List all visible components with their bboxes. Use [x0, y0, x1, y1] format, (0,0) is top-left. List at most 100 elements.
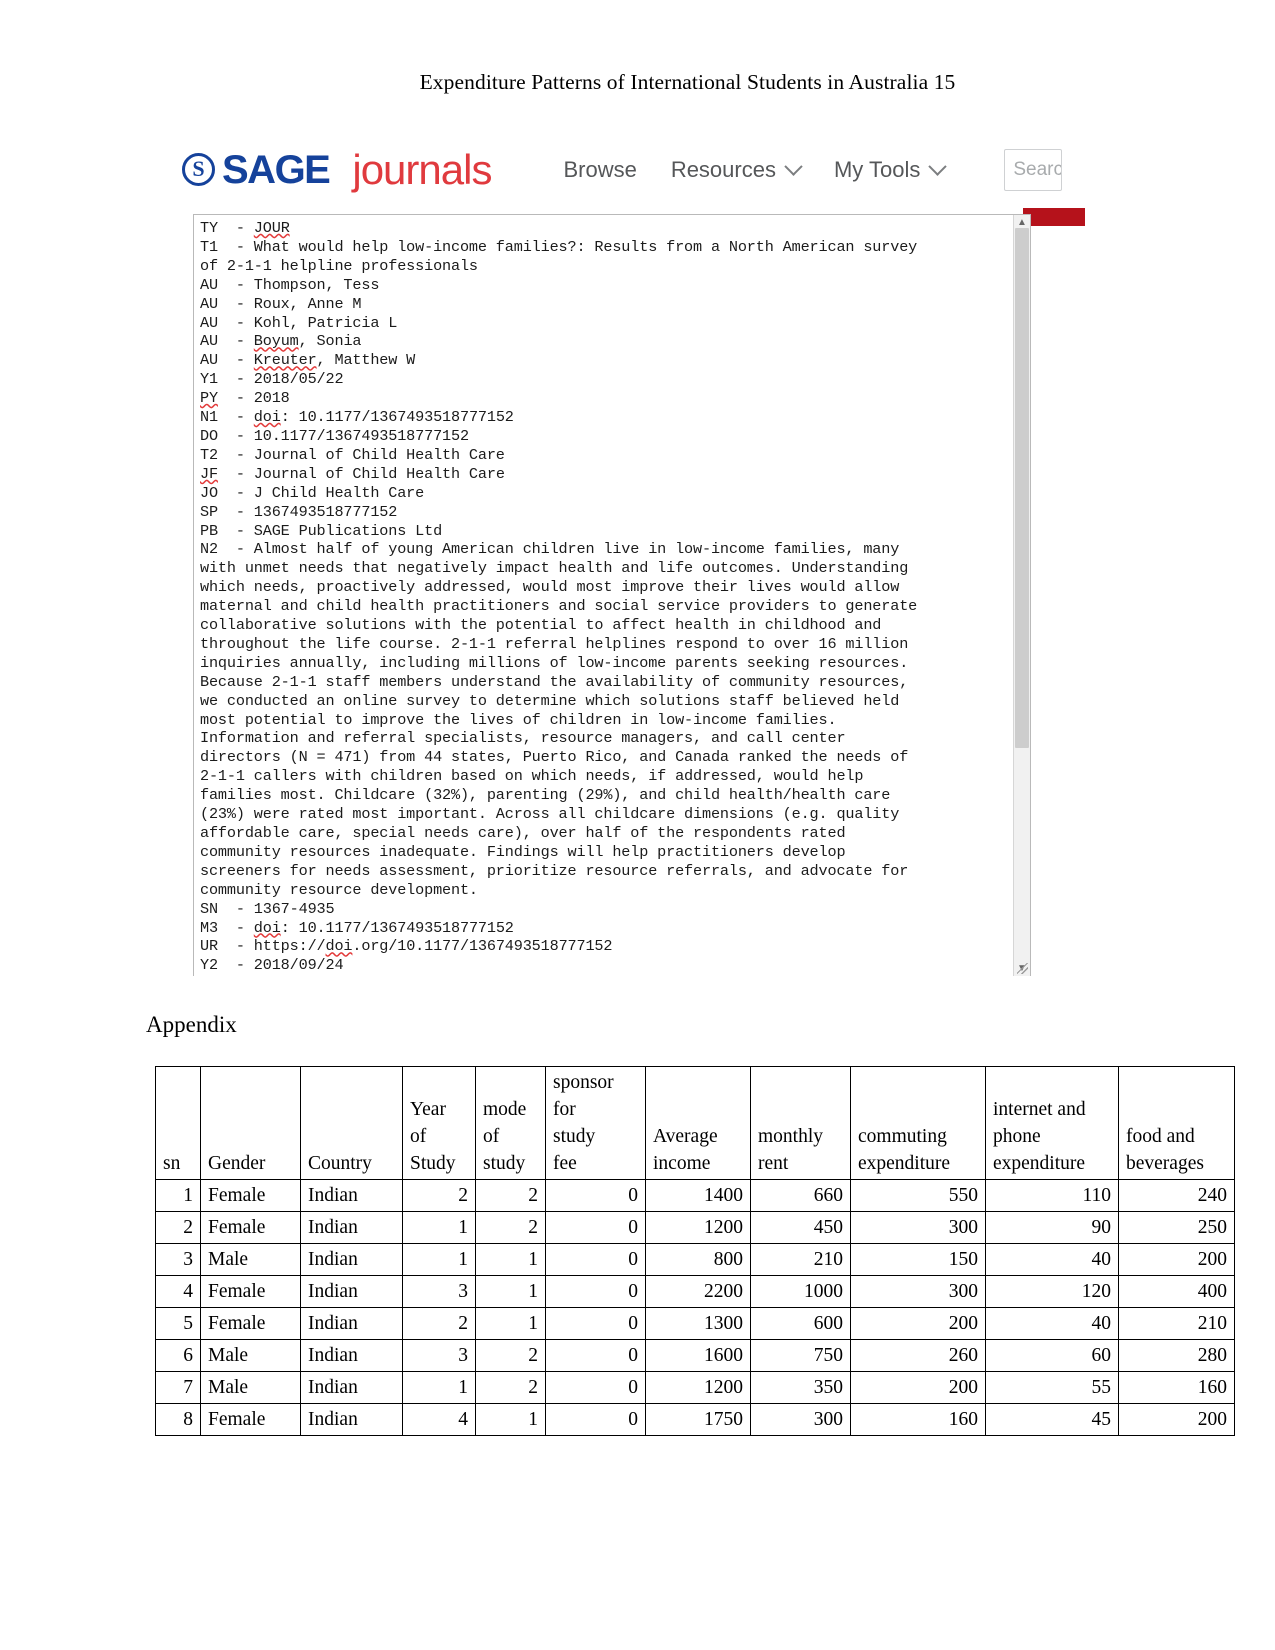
table-cell: 200	[1118, 1403, 1235, 1436]
table-cell: 60	[985, 1339, 1119, 1372]
table-cell: 0	[545, 1179, 646, 1212]
table-cell: 2	[475, 1339, 546, 1372]
table-cell: 1000	[750, 1275, 851, 1308]
table-cell: 2	[155, 1211, 201, 1244]
table-cell: 300	[750, 1403, 851, 1436]
table-cell: 660	[750, 1179, 851, 1212]
table-cell: 300	[850, 1211, 986, 1244]
column-header-0: sn	[155, 1066, 201, 1180]
table-cell: Indian	[300, 1403, 403, 1436]
table-cell: Female	[200, 1307, 301, 1340]
table-cell: 1	[402, 1371, 476, 1404]
chevron-down-icon	[784, 157, 803, 176]
table-cell: Male	[200, 1243, 301, 1276]
search-input[interactable]: Searc	[1004, 148, 1063, 191]
column-header-6: Average income	[645, 1066, 751, 1180]
table-cell: 0	[545, 1403, 646, 1436]
nav-label-my-tools: My Tools	[833, 156, 921, 182]
table-cell: 210	[750, 1243, 851, 1276]
table-cell: 0	[545, 1339, 646, 1372]
table-cell: 3	[402, 1339, 476, 1372]
table-header-row: sn Gender Country Year of Study mode of stud…	[155, 1066, 1235, 1180]
sage-site-header: S SAGE journals Browse Resources My Tool…	[150, 126, 1085, 214]
table-cell: 600	[750, 1307, 851, 1340]
table-row: 5 Female Indian 2 1 0 1300 600 200 40 210	[155, 1307, 1235, 1340]
ris-citation-text[interactable]: TY - JOUR T1 - What would help low-income…	[194, 215, 1013, 976]
table-cell: 350	[750, 1371, 851, 1404]
column-header-10: food and beverages	[1118, 1066, 1235, 1180]
sage-main-nav: Browse Resources My Tools Searc	[563, 148, 1063, 191]
table-cell: 3	[155, 1243, 201, 1276]
table-cell: 1	[402, 1211, 476, 1244]
table-cell: Male	[200, 1339, 301, 1372]
table-cell: 4	[402, 1403, 476, 1436]
table-cell: 4	[155, 1275, 201, 1308]
table-cell: 1	[402, 1243, 476, 1276]
nav-item-my-tools[interactable]: My Tools	[833, 156, 948, 183]
table-cell: 400	[1118, 1275, 1235, 1308]
table-cell: 0	[545, 1243, 646, 1276]
table-cell: Indian	[300, 1371, 403, 1404]
sage-logo[interactable]: S SAGE journals	[182, 145, 492, 193]
table-cell: 45	[985, 1403, 1119, 1436]
table-cell: Indian	[300, 1307, 403, 1340]
table-cell: Female	[200, 1275, 301, 1308]
table-cell: 750	[750, 1339, 851, 1372]
table-cell: Indian	[300, 1243, 403, 1276]
scrollbar-thumb[interactable]	[1015, 228, 1029, 748]
column-header-7: monthly rent	[750, 1066, 851, 1180]
sage-circle-s-icon: S	[182, 153, 215, 186]
nav-label-resources: Resources	[670, 156, 776, 182]
table-cell: Indian	[300, 1211, 403, 1244]
table-cell: 2	[402, 1307, 476, 1340]
table-cell: 2	[402, 1179, 476, 1212]
table-cell: 55	[985, 1371, 1119, 1404]
table-cell: 1	[475, 1307, 546, 1340]
table-cell: 1200	[645, 1211, 751, 1244]
table-cell: Indian	[300, 1275, 403, 1308]
table-cell: 160	[1118, 1371, 1235, 1404]
table-cell: 1750	[645, 1403, 751, 1436]
table-row: 3 Male Indian 1 1 0 800 210 150 40 200	[155, 1243, 1235, 1276]
column-header-3: Year of Study	[402, 1066, 476, 1180]
table-cell: 1300	[645, 1307, 751, 1340]
journals-wordmark: journals	[352, 145, 492, 193]
ris-citation-textarea[interactable]: TY - JOUR T1 - What would help low-income…	[193, 214, 1031, 976]
table-cell: 200	[850, 1371, 986, 1404]
table-cell: 0	[545, 1371, 646, 1404]
table-cell: 260	[850, 1339, 986, 1372]
table-cell: 150	[850, 1243, 986, 1276]
table-cell: 450	[750, 1211, 851, 1244]
resize-handle-icon[interactable]	[1017, 963, 1028, 974]
table-cell: 200	[850, 1307, 986, 1340]
table-cell: 40	[985, 1243, 1119, 1276]
table-cell: 2	[475, 1371, 546, 1404]
table-cell: 2200	[645, 1275, 751, 1308]
column-header-9: internet and phone expenditure	[985, 1066, 1119, 1180]
table-cell: 250	[1118, 1211, 1235, 1244]
table-cell: 300	[850, 1275, 986, 1308]
sage-wordmark: SAGE	[222, 147, 331, 192]
table-cell: 1	[475, 1403, 546, 1436]
nav-item-browse[interactable]: Browse	[563, 157, 636, 183]
sage-mark-letter: S	[192, 155, 205, 181]
nav-item-resources[interactable]: Resources	[670, 156, 803, 183]
table-cell: 1400	[645, 1179, 751, 1212]
table-cell: 800	[645, 1243, 751, 1276]
chevron-down-icon	[928, 157, 948, 176]
table-cell: 6	[155, 1339, 201, 1372]
column-header-5: sponsor for study fee	[545, 1066, 646, 1180]
table-row: 8 Female Indian 4 1 0 1750 300 160 45 200	[155, 1403, 1235, 1436]
appendix-table: sn Gender Country Year of Study mode of stud…	[155, 1066, 1235, 1436]
table-cell: 210	[1118, 1307, 1235, 1340]
textarea-scrollbar[interactable]: ▲ ▼	[1013, 215, 1030, 976]
appendix-table-head: sn Gender Country Year of Study mode of stud…	[155, 1066, 1235, 1180]
column-header-1: Gender	[200, 1066, 301, 1180]
nav-label-browse: Browse	[563, 156, 637, 182]
sage-journals-screenshot: S SAGE journals Browse Resources My Tool…	[150, 126, 1085, 976]
page-running-head: Expenditure Patterns of International St…	[419, 70, 956, 94]
table-cell: 40	[985, 1307, 1119, 1340]
table-cell: 1600	[645, 1339, 751, 1372]
appendix-table-body: 1 Female Indian 2 2 0 1400 660 550 110 240 2 Female I…	[155, 1179, 1235, 1436]
table-row: 7 Male Indian 1 2 0 1200 350 200 55 160	[155, 1371, 1235, 1404]
